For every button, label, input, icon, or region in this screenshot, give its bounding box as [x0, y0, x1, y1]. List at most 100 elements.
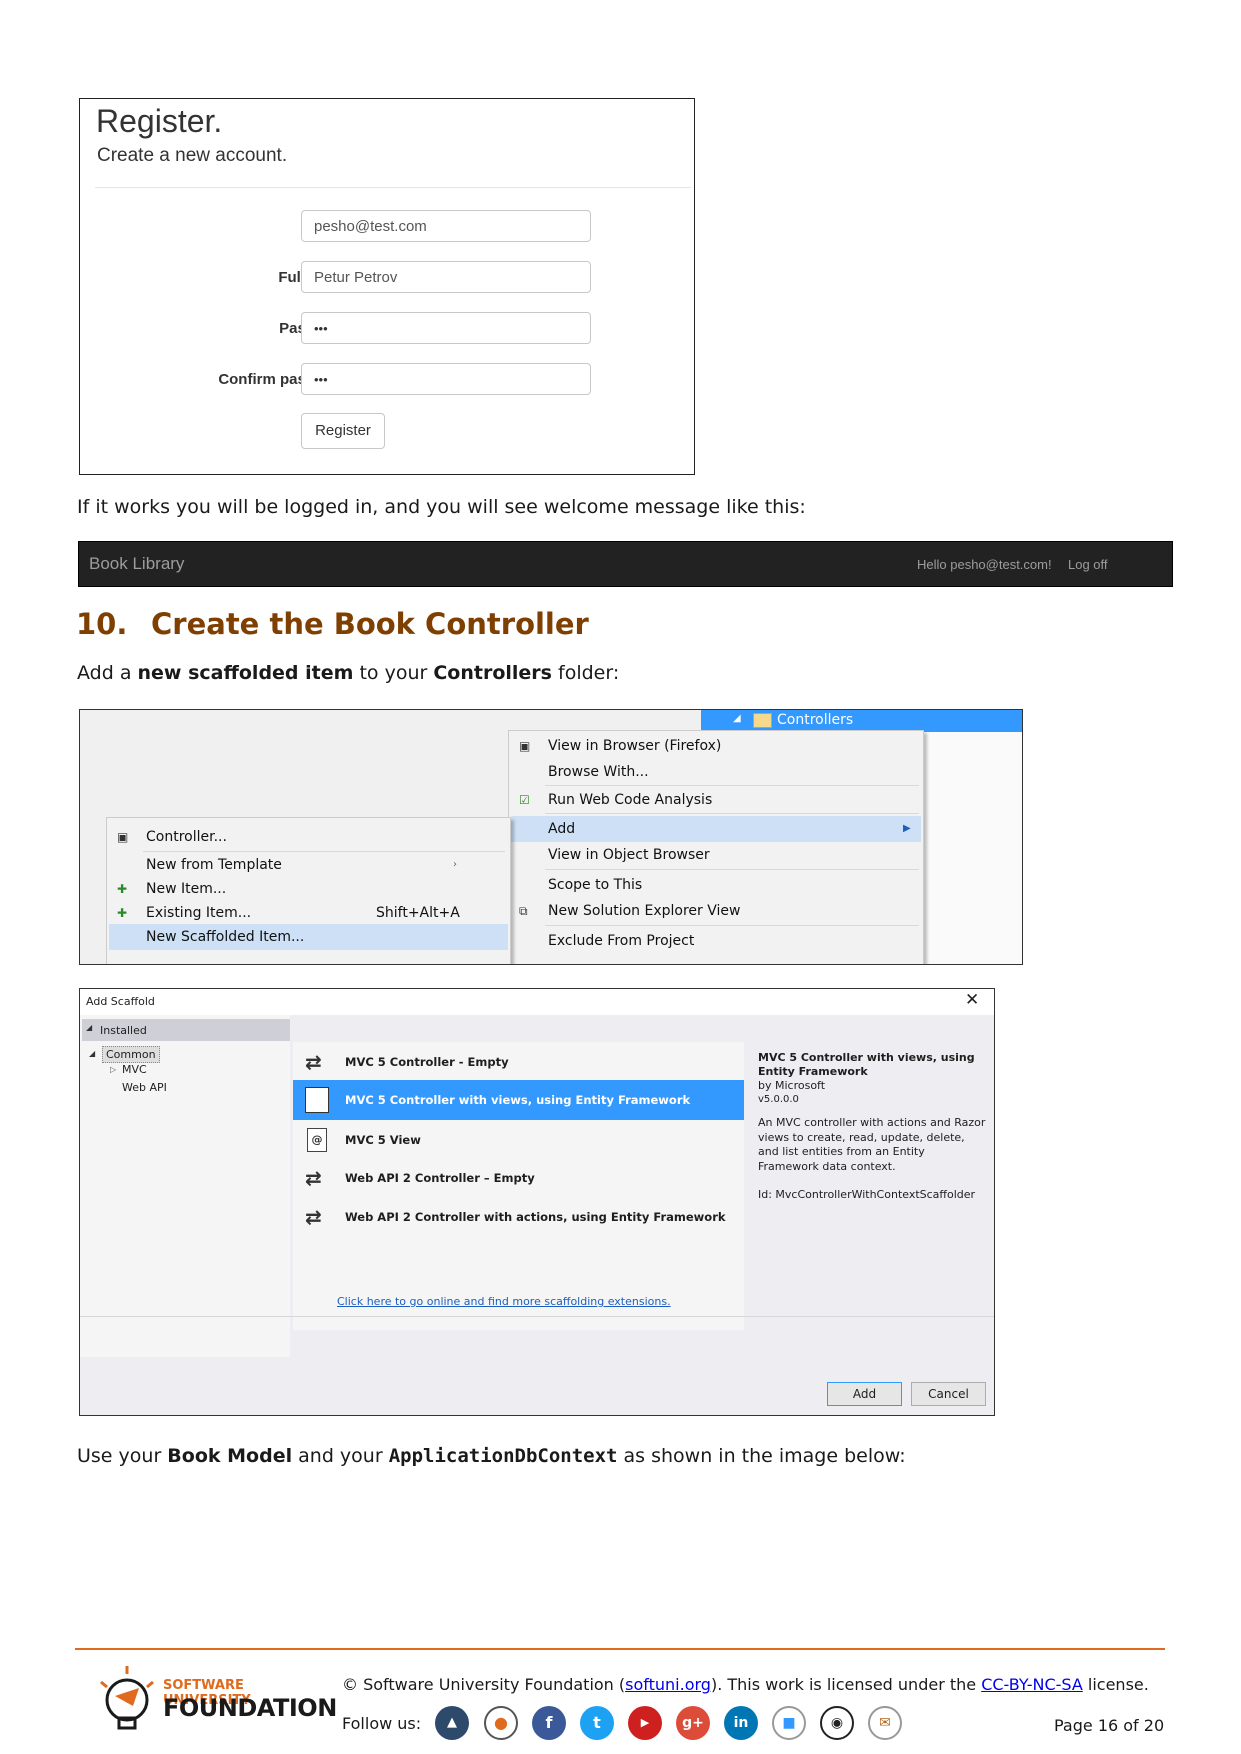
menu-item-new-scaffolded-item[interactable]: New Scaffolded Item...: [109, 924, 508, 950]
section-number: 10.: [76, 607, 128, 641]
detail-title: MVC 5 Controller with views, using Entit…: [758, 1051, 975, 1078]
solution-explorer-selected-row[interactable]: ◢ Controllers: [701, 710, 1022, 732]
scaffold-list: ⇄ MVC 5 Controller - Empty MVC 5 Control…: [293, 1042, 744, 1330]
browser-icon: ▣: [519, 739, 531, 753]
text: folder:: [551, 662, 620, 684]
controller-icon: ▣: [117, 830, 129, 844]
menu-item-view-in-browser[interactable]: ▣ View in Browser (Firefox): [509, 733, 923, 759]
cancel-button[interactable]: Cancel: [911, 1382, 986, 1406]
detail-description: An MVC controller with actions and Razor…: [758, 1116, 986, 1173]
main-context-menu: ▣ View in Browser (Firefox) Browse With.…: [508, 730, 924, 964]
menu-item-scope-to-this[interactable]: Scope to This: [509, 872, 923, 898]
softuni-icon[interactable]: ▲: [435, 1706, 469, 1740]
tree-item-common[interactable]: Common: [102, 1046, 160, 1063]
page-number: Page 16 of 20: [1054, 1716, 1165, 1735]
text: Use your: [77, 1445, 168, 1467]
menu-item-new-solution-explorer-view[interactable]: ⧉ New Solution Explorer View: [509, 898, 923, 924]
shortcut-label: Shift+Alt+A: [376, 905, 460, 921]
menu-item-browse-with[interactable]: Browse With...: [509, 759, 923, 785]
scaffold-item-mvc-controller-ef[interactable]: MVC 5 Controller with views, using Entit…: [293, 1080, 744, 1120]
menu-item-exclude-from-project[interactable]: Exclude From Project: [509, 928, 923, 954]
controller-icon: ⇄: [305, 1050, 322, 1074]
twitter-icon[interactable]: t: [580, 1706, 614, 1740]
menu-item-label: Exclude From Project: [548, 933, 695, 949]
divider: [95, 187, 691, 188]
menu-item-new-item[interactable]: ✚ New Item...: [107, 876, 510, 902]
text: and your: [292, 1445, 389, 1467]
navbar-screenshot: Book Library Hello pesho@test.com! Log o…: [78, 541, 1173, 587]
menu-item-existing-item[interactable]: ✚ Existing Item... Shift+Alt+A: [107, 900, 510, 926]
log-off-link[interactable]: Log off: [1068, 557, 1108, 572]
footer-divider: [75, 1648, 1165, 1650]
menu-item-label: View in Object Browser: [548, 847, 710, 863]
menu-item-label: New Solution Explorer View: [548, 903, 741, 919]
section-title: Create the Book Controller: [151, 607, 589, 641]
email-field[interactable]: pesho@test.com: [301, 210, 591, 242]
close-icon[interactable]: ✕: [965, 990, 979, 1010]
menu-item-controller[interactable]: ▣ Controller...: [107, 824, 510, 850]
text: ). This work is licensed under the: [710, 1675, 982, 1694]
add-scaffold-dialog: Add Scaffold ✕ ◢ Installed ◢ Common ▷ MV…: [79, 988, 995, 1416]
online-extensions-link[interactable]: Click here to go online and find more sc…: [337, 1295, 671, 1308]
email-icon[interactable]: ✉: [868, 1706, 902, 1740]
tree-item-web-api[interactable]: Web API: [122, 1081, 167, 1094]
scaffold-item-mvc-view[interactable]: @ MVC 5 View: [293, 1120, 744, 1160]
solution-view-icon: ⧉: [519, 904, 528, 918]
submenu-arrow-icon: ▶: [903, 823, 911, 834]
collapse-triangle-icon: ◢: [89, 1049, 96, 1058]
tree-item-mvc[interactable]: MVC: [122, 1063, 147, 1076]
folder-icon: [753, 713, 772, 728]
menu-item-new-from-template[interactable]: New from Template ›: [107, 852, 510, 878]
submenu-arrow-icon: ›: [453, 859, 457, 870]
paragraph-add-scaffolded: Add a new scaffolded item to your Contro…: [77, 662, 619, 684]
menu-item-label: Existing Item...: [146, 905, 252, 921]
softuni-link[interactable]: softuni.org: [625, 1675, 711, 1694]
menu-item-add[interactable]: Add ▶: [511, 816, 921, 842]
slideshare-icon[interactable]: ■: [772, 1706, 806, 1740]
expand-triangle-icon: ▷: [110, 1065, 117, 1074]
menu-item-label: Run Web Code Analysis: [548, 792, 713, 808]
full-name-field[interactable]: Petur Petrov: [301, 261, 591, 293]
register-subtitle: Create a new account.: [97, 145, 288, 166]
installed-label: Installed: [100, 1024, 147, 1037]
google-plus-icon[interactable]: g+: [676, 1706, 710, 1740]
brand-link[interactable]: Book Library: [89, 554, 184, 574]
menu-separator: [545, 813, 919, 814]
youtube-icon[interactable]: ▶: [628, 1706, 662, 1740]
scaffold-item-webapi-empty[interactable]: ⇄ Web API 2 Controller – Empty: [293, 1158, 744, 1198]
linkedin-icon[interactable]: in: [724, 1706, 758, 1740]
register-button[interactable]: Register: [301, 413, 385, 449]
menu-item-label: Controller...: [146, 829, 227, 845]
paragraph-use-model: Use your Book Model and your Application…: [77, 1445, 906, 1467]
text: license.: [1082, 1675, 1149, 1694]
hello-user-link[interactable]: Hello pesho@test.com!: [917, 557, 1052, 572]
add-button[interactable]: Add: [827, 1382, 902, 1406]
facebook-icon[interactable]: f: [532, 1706, 566, 1740]
dialog-title: Add Scaffold: [86, 995, 155, 1008]
dialog-titlebar: Add Scaffold ✕: [80, 989, 994, 1015]
menu-item-label: View in Browser (Firefox): [548, 738, 722, 754]
scaffold-item-label: Web API 2 Controller with actions, using…: [345, 1210, 726, 1224]
menu-item-run-web-code-analysis[interactable]: ☑ Run Web Code Analysis: [509, 787, 923, 813]
confirm-password-field[interactable]: •••: [301, 363, 591, 395]
controller-views-icon: [305, 1087, 329, 1113]
github-icon[interactable]: ◉: [820, 1706, 854, 1740]
text: © Software University Foundation (: [342, 1675, 626, 1694]
bold-text: new scaffolded item: [137, 662, 354, 684]
follow-us-label: Follow us:: [342, 1714, 422, 1733]
scaffold-item-webapi-ef[interactable]: ⇄ Web API 2 Controller with actions, usi…: [293, 1197, 744, 1237]
lightbulb-logo-icon: [100, 1666, 154, 1730]
installed-header[interactable]: ◢ Installed: [82, 1019, 290, 1041]
softuni-foundation-icon[interactable]: ●: [484, 1706, 518, 1740]
password-field[interactable]: •••: [301, 312, 591, 344]
menu-item-label: New Scaffolded Item...: [146, 929, 305, 945]
menu-separator: [545, 925, 919, 926]
paragraph-logged-in: If it works you will be logged in, and y…: [77, 496, 806, 518]
menu-item-view-in-object-browser[interactable]: View in Object Browser: [509, 842, 923, 868]
add-submenu: ▣ Controller... New from Template › ✚ Ne…: [106, 817, 511, 964]
controllers-folder-label: Controllers: [777, 712, 854, 728]
scaffold-item-mvc-controller-empty[interactable]: ⇄ MVC 5 Controller - Empty: [293, 1042, 744, 1082]
text: as shown in the image below:: [617, 1445, 906, 1467]
scaffold-item-label: Web API 2 Controller – Empty: [345, 1171, 535, 1185]
license-link[interactable]: CC-BY-NC-SA: [981, 1675, 1083, 1694]
